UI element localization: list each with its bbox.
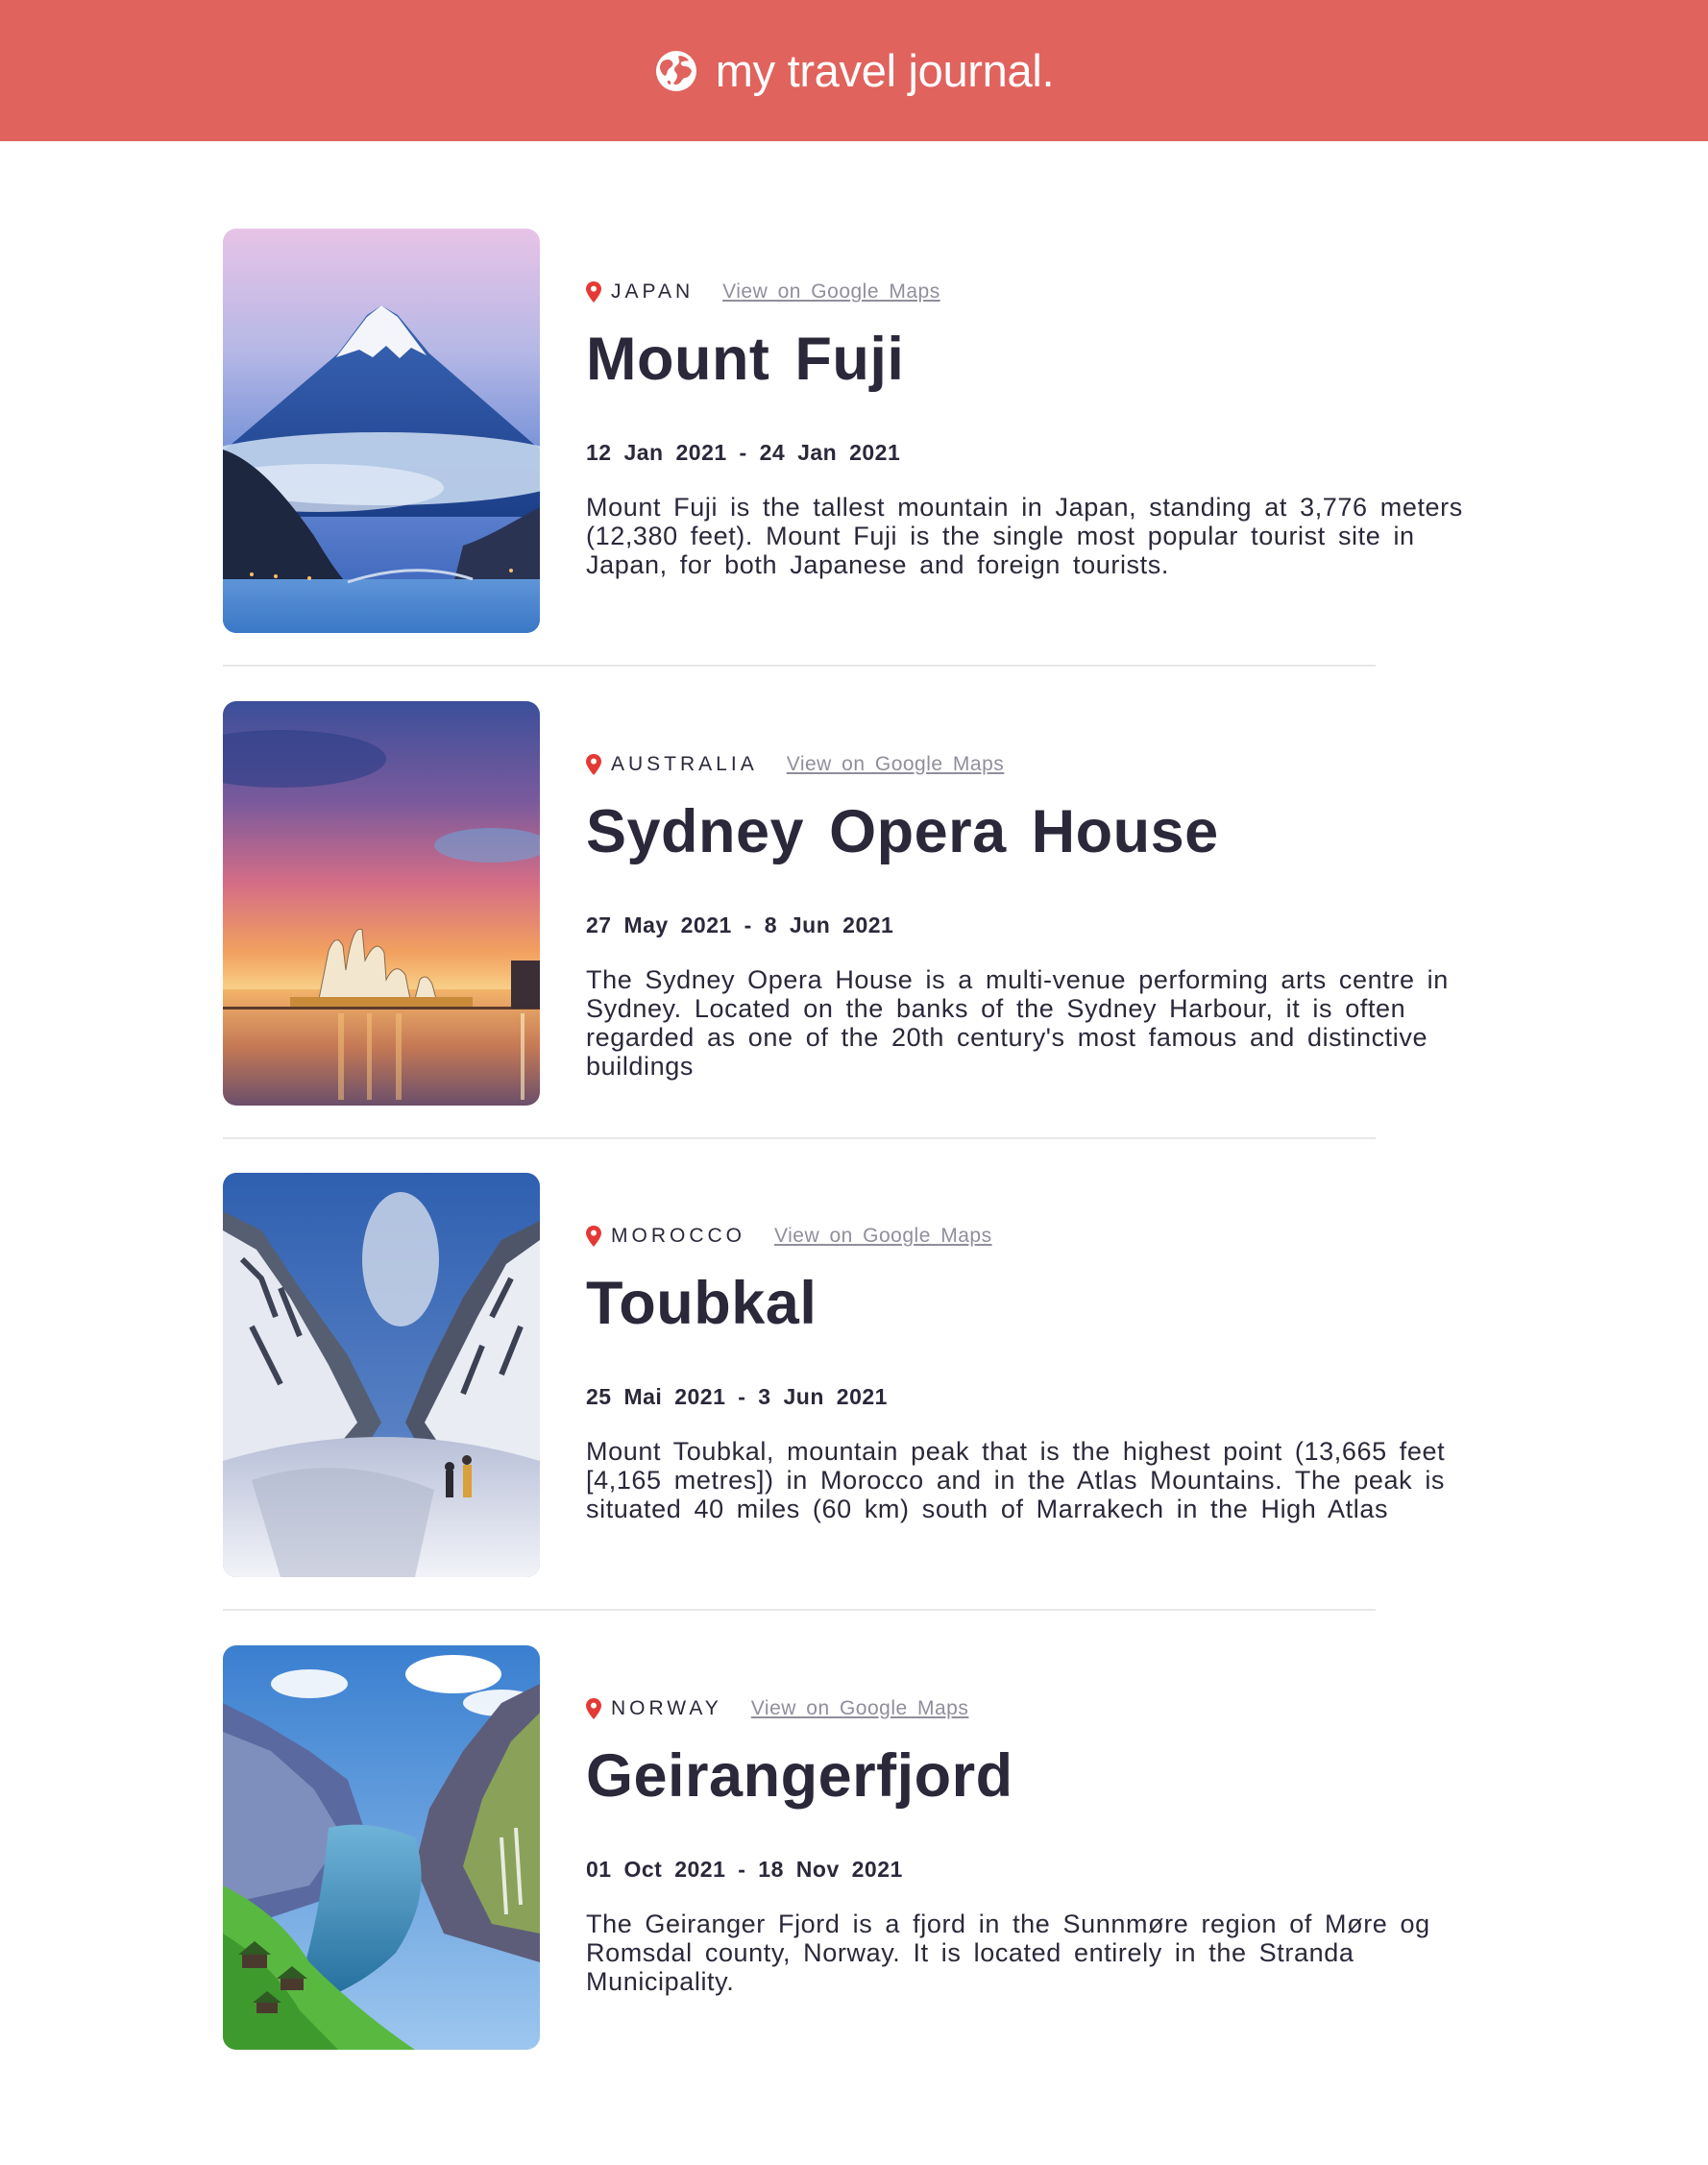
entry-photo — [223, 229, 540, 633]
entry-description: The Sydney Opera House is a multi-venue … — [586, 965, 1449, 1081]
google-maps-link[interactable]: View on Google Maps — [722, 280, 940, 304]
location-row: MOROCCO View on Google Maps — [586, 1225, 992, 1248]
entry-description: Mount Toubkal, mountain peak that is the… — [586, 1437, 1446, 1523]
entry-country: AUSTRALIA — [611, 753, 758, 775]
journal-entry: MOROCCO View on Google Maps Toubkal 25 M… — [223, 1173, 1568, 1577]
entry-description: Mount Fuji is the tallest mountain in Ja… — [586, 493, 1463, 579]
journal-entry: AUSTRALIA View on Google Maps Sydney Ope… — [223, 701, 1568, 1106]
entry-title: Mount Fuji — [586, 326, 905, 393]
app-title: my travel journal. — [715, 45, 1055, 96]
entry-country: MOROCCO — [611, 1225, 745, 1247]
entry-title: Toubkal — [586, 1270, 817, 1337]
journal-entry: NORWAY View on Google Maps Geirangerfjor… — [223, 1645, 1568, 2050]
entry-dates: 27 May 2021 - 8 Jun 2021 — [586, 912, 894, 937]
location-pin-icon — [586, 754, 601, 775]
location-pin-icon — [586, 1698, 601, 1719]
entry-title: Sydney Opera House — [586, 798, 1219, 865]
google-maps-link[interactable]: View on Google Maps — [787, 753, 1005, 776]
journal-entry: JAPAN View on Google Maps Mount Fuji 12 … — [223, 229, 1568, 633]
entry-photo — [223, 701, 540, 1106]
google-maps-link[interactable]: View on Google Maps — [774, 1225, 992, 1248]
entry-country: NORWAY — [611, 1697, 722, 1719]
entry-divider — [223, 1609, 1376, 1611]
entry-description: The Geiranger Fjord is a fjord in the Su… — [586, 1910, 1430, 1996]
entry-country: JAPAN — [611, 280, 695, 303]
app-header: my travel journal. — [0, 0, 1708, 141]
entry-dates: 01 Oct 2021 - 18 Nov 2021 — [586, 1857, 903, 1882]
location-pin-icon — [586, 1226, 601, 1247]
location-row: JAPAN View on Google Maps — [586, 280, 940, 304]
entry-divider — [223, 1137, 1376, 1139]
entry-title: Geirangerfjord — [586, 1742, 1013, 1810]
location-row: AUSTRALIA View on Google Maps — [586, 753, 1004, 776]
entry-photo — [223, 1645, 540, 2050]
entry-dates: 25 Mai 2021 - 3 Jun 2021 — [586, 1384, 888, 1409]
google-maps-link[interactable]: View on Google Maps — [751, 1697, 969, 1720]
entry-dates: 12 Jan 2021 - 24 Jan 2021 — [586, 440, 901, 465]
entry-photo — [223, 1173, 540, 1577]
entry-divider — [223, 665, 1376, 667]
globe-icon — [655, 50, 696, 91]
location-pin-icon — [586, 281, 601, 303]
location-row: NORWAY View on Google Maps — [586, 1697, 968, 1720]
